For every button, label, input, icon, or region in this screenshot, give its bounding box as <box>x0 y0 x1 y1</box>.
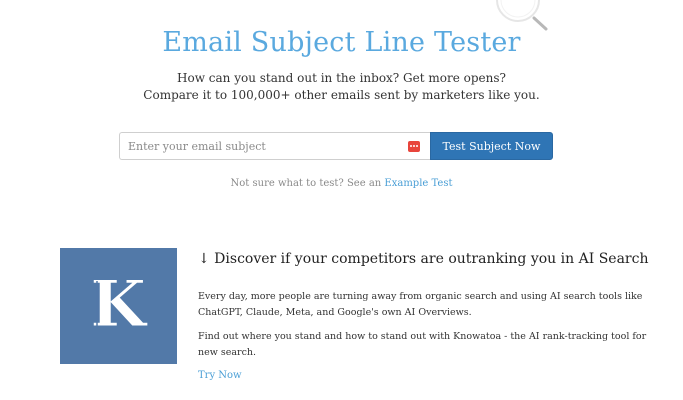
password-dots-icon[interactable] <box>408 141 420 152</box>
subject-input-wrapper <box>119 132 430 160</box>
test-subject-button[interactable]: Test Subject Now <box>430 132 553 160</box>
page-title: Email Subject Line Tester <box>162 27 521 58</box>
example-prefix: Not sure what to test? See an <box>230 178 382 189</box>
example-line: Not sure what to test? See an Example Te… <box>0 178 683 189</box>
subject-input[interactable] <box>128 133 398 159</box>
promo-paragraph-1: Every day, more people are turning away … <box>198 291 643 318</box>
example-test-link[interactable]: Example Test <box>384 178 452 189</box>
knowatoa-logo: K <box>60 248 177 364</box>
promo-paragraph-2: Find out where you stand and how to stan… <box>198 331 647 358</box>
try-now-link[interactable]: Try Now <box>198 370 242 381</box>
promo-heading: ↓ Discover if your competitors are outra… <box>198 251 649 267</box>
logo-letter: K <box>90 267 148 342</box>
subtitle-line-2: Compare it to 100,000+ other emails sent… <box>143 88 540 102</box>
subtitle-line-1: How can you stand out in the inbox? Get … <box>177 71 506 85</box>
hero-subtitle: How can you stand out in the inbox? Get … <box>0 70 683 104</box>
